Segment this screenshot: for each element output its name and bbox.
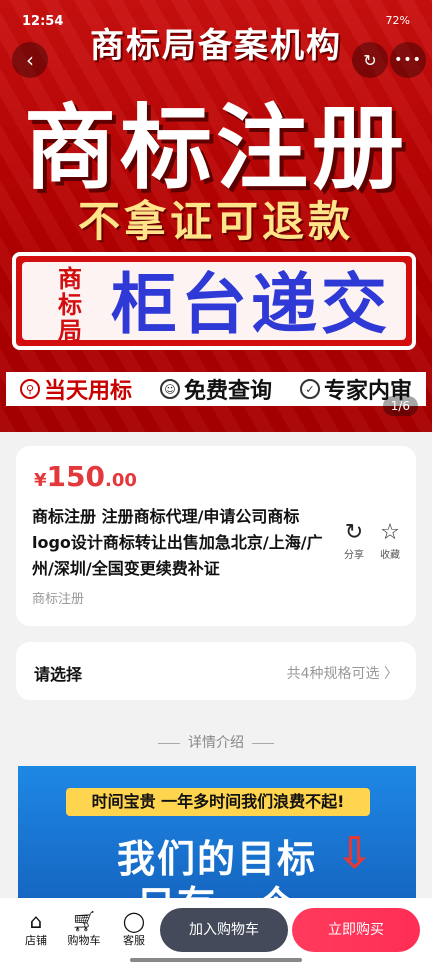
chevron-left-icon: ‹ — [26, 48, 34, 72]
price: ¥150.00 — [34, 460, 137, 493]
arrow-down-icon: ⇩ — [336, 828, 373, 879]
hero-box-text: 柜台递交 — [111, 266, 391, 343]
more-button[interactable]: ••• — [390, 42, 426, 78]
more-dots-icon: ••• — [394, 52, 422, 68]
status-battery: 72% — [385, 14, 410, 27]
share-icon: ↻ — [344, 520, 364, 545]
spec-label: 请选择 — [34, 665, 83, 684]
refresh-icon: ↻ — [363, 50, 377, 70]
cart-icon: 🛒︎ — [71, 909, 97, 933]
hero-box-side-text: 商标局 — [58, 265, 82, 345]
spec-value: 共4种规格可选 〉 — [286, 666, 398, 682]
feature-label: 当天用标 — [43, 379, 132, 404]
image-pager: 1/6 — [382, 396, 418, 416]
star-icon: ☆ — [380, 520, 400, 545]
buy-now-button[interactable]: 立即购买 — [292, 908, 420, 952]
spec-selector[interactable]: 请选择 共4种规格可选 〉 — [16, 642, 416, 700]
hero-sub-text: 不拿证可退款 — [77, 197, 354, 246]
service-button[interactable]: ◯ 客服 — [112, 910, 156, 948]
favorite-label: 收藏 — [380, 550, 400, 561]
share-button[interactable]: ↻ 分享 — [334, 520, 374, 561]
hero-box-inner: 商标局 柜台递交 — [22, 262, 406, 344]
shop-label: 店铺 — [25, 934, 47, 947]
price-decimal: .00 — [104, 470, 137, 491]
price-integer: 150 — [46, 460, 105, 493]
detail-divider: 详情介绍 — [0, 732, 432, 752]
bottom-action-bar: ⌂ 店铺 🛒︎ 购物车 ◯ 客服 加入购物车 立即购买 — [0, 898, 432, 964]
chat-icon: ◯ — [122, 909, 146, 933]
divider-line — [158, 742, 180, 744]
divider-line — [252, 742, 274, 744]
status-bar: 12:54 72% — [0, 0, 432, 29]
hero-box: 商标局 柜台递交 — [12, 252, 416, 350]
product-category: 商标注册 — [32, 592, 85, 607]
feature-item: ⚲ 当天用标 — [19, 373, 132, 405]
share-label: 分享 — [344, 550, 364, 561]
product-info-card: ¥150.00 商标注册 注册商标代理/申请公司商标logo设计商标转让出售加急… — [16, 446, 416, 626]
favorite-button[interactable]: ☆ 收藏 — [370, 520, 410, 561]
shield-icon: ✓ — [299, 379, 320, 399]
service-label: 客服 — [123, 934, 145, 947]
home-indicator — [130, 958, 302, 962]
status-time: 12:54 — [22, 14, 64, 29]
product-title: 商标注册 注册商标代理/申请公司商标logo设计商标转让出售加急北京/上海/广州… — [32, 507, 323, 578]
detail-banner: 时间宝贵 一年多时间我们浪费不起! — [66, 788, 370, 816]
feature-item: ☺ 免费查询 — [159, 373, 272, 405]
detail-image: 时间宝贵 一年多时间我们浪费不起! 我们的目标 只有一个 ⇩ — [18, 766, 416, 906]
back-button[interactable]: ‹ — [12, 42, 48, 78]
user-icon: ☺ — [159, 379, 180, 399]
feature-label: 免费查询 — [183, 379, 272, 404]
hero-feature-strip: ⚲ 当天用标 ☺ 免费查询 ✓ 专家内审 — [6, 372, 426, 406]
price-currency: ¥ — [34, 470, 47, 491]
cart-label: 购物车 — [67, 934, 101, 947]
search-icon: ⚲ — [19, 379, 40, 399]
detail-divider-label: 详情介绍 — [188, 735, 244, 751]
add-to-cart-button[interactable]: 加入购物车 — [160, 908, 288, 952]
cart-button[interactable]: 🛒︎ 购物车 — [62, 910, 106, 948]
shop-button[interactable]: ⌂ 店铺 — [14, 910, 58, 948]
shop-icon: ⌂ — [29, 909, 43, 933]
share-top-button[interactable]: ↻ — [352, 42, 388, 78]
